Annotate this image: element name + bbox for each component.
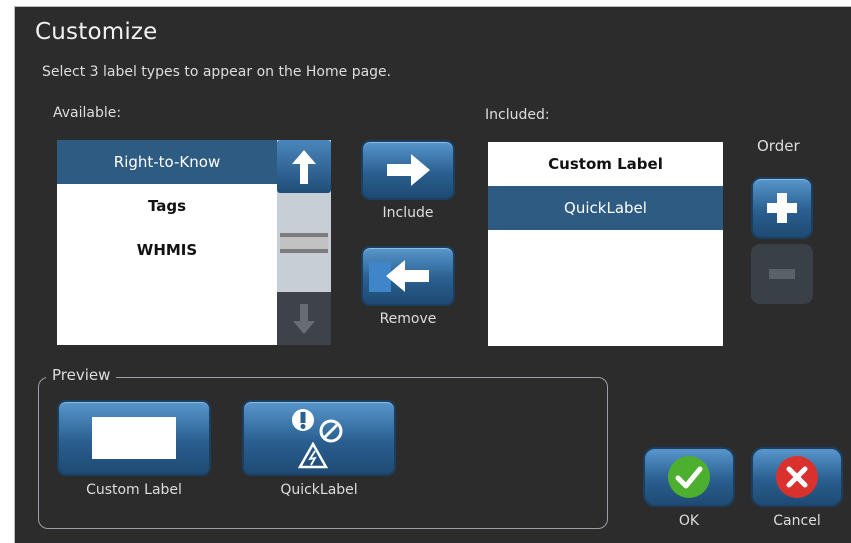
arrow-up-icon xyxy=(292,149,316,184)
order-label: Order xyxy=(757,137,800,155)
included-list: Custom Label QuickLabel xyxy=(488,142,723,346)
available-list: Right-to-Know Tags WHMIS xyxy=(57,140,277,345)
available-scrollbar[interactable] xyxy=(277,140,331,345)
cancel-label: Cancel xyxy=(773,513,821,529)
preview-custom-label-text: Custom Label xyxy=(86,482,182,498)
hazard-symbols-icon xyxy=(292,409,343,469)
arrow-right-icon xyxy=(387,154,430,186)
list-item[interactable]: Custom Label xyxy=(488,142,723,186)
remove-label: Remove xyxy=(379,311,437,327)
list-item[interactable]: Right-to-Know xyxy=(57,140,277,184)
arrow-left-icon xyxy=(386,260,429,292)
remove-button[interactable] xyxy=(361,246,455,306)
preview-quicklabel-text: QuickLabel xyxy=(280,482,358,498)
included-label: Included: xyxy=(485,107,550,123)
include-button[interactable] xyxy=(361,140,455,200)
ok-label: OK xyxy=(678,513,700,529)
cancel-button[interactable] xyxy=(751,447,843,507)
preview-custom-label-button[interactable] xyxy=(57,400,211,476)
scroll-thumb[interactable] xyxy=(277,193,331,292)
preview-legend: Preview xyxy=(46,366,117,384)
preview-quicklabel-button[interactable] xyxy=(242,400,396,476)
dialog-subtitle: Select 3 label types to appear on the Ho… xyxy=(42,64,392,80)
minus-icon xyxy=(769,269,795,279)
move-down-button[interactable] xyxy=(751,244,813,304)
scroll-down-button[interactable] xyxy=(277,292,331,345)
available-label: Available: xyxy=(53,105,122,121)
list-item[interactable]: Tags xyxy=(57,184,277,228)
close-icon xyxy=(776,456,818,498)
move-up-button[interactable] xyxy=(751,177,813,239)
grip-icon xyxy=(280,232,328,253)
dialog-title: Customize xyxy=(35,19,158,45)
plus-icon xyxy=(767,193,797,223)
list-item[interactable]: WHMIS xyxy=(57,228,277,272)
scroll-up-button[interactable] xyxy=(277,140,331,193)
blank-label-icon xyxy=(92,417,176,459)
ok-button[interactable] xyxy=(643,447,735,507)
arrow-down-icon xyxy=(293,303,315,334)
checkmark-icon xyxy=(668,456,710,498)
customize-dialog: Customize Select 3 label types to appear… xyxy=(14,6,851,543)
include-label: Include xyxy=(382,205,434,221)
list-item[interactable]: QuickLabel xyxy=(488,186,723,230)
